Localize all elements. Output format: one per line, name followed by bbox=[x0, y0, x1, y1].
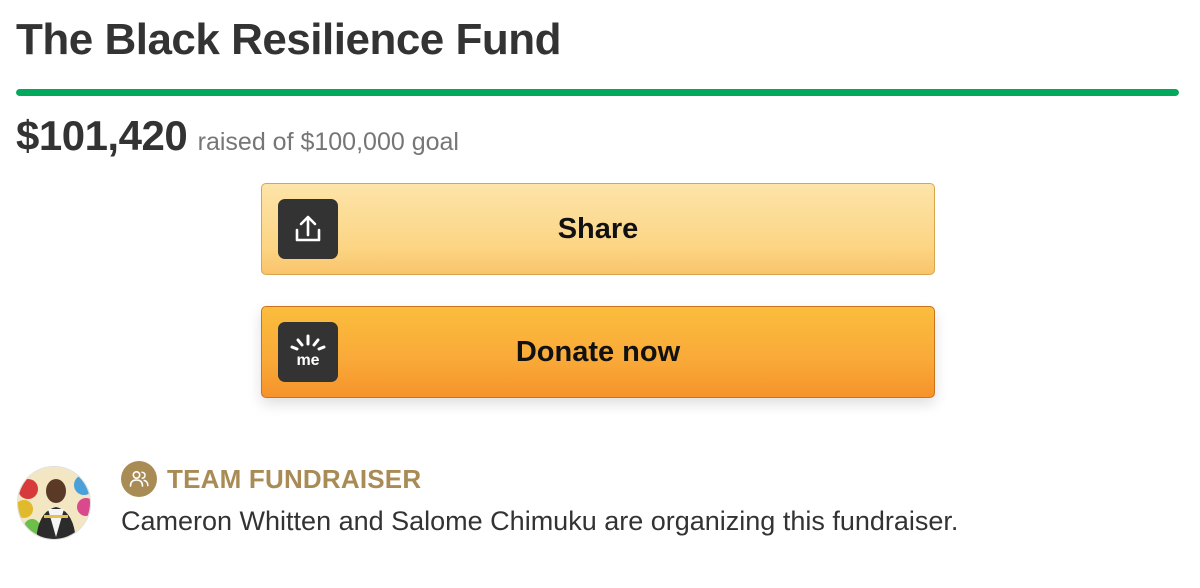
share-button[interactable]: Share bbox=[261, 183, 935, 275]
funding-summary: $101,420 raised of $100,000 goal bbox=[16, 112, 459, 160]
team-fundraiser-label: TEAM FUNDRAISER bbox=[167, 463, 422, 494]
page-title: The Black Resilience Fund bbox=[16, 15, 562, 64]
people-icon bbox=[121, 461, 157, 497]
organizers-text: Cameron Whitten and Salome Chimuku are o… bbox=[121, 506, 959, 536]
progress-bar-fill bbox=[16, 89, 1179, 96]
organizer-avatar[interactable] bbox=[17, 466, 91, 540]
share-button-label: Share bbox=[557, 212, 639, 245]
donate-now-button[interactable]: me Donate now bbox=[261, 306, 935, 398]
team-fundraiser-row: TEAM FUNDRAISER bbox=[121, 461, 421, 497]
progress-bar bbox=[16, 89, 1179, 96]
donate-now-button-label: Donate now bbox=[515, 335, 681, 368]
raised-amount: $101,420 bbox=[16, 112, 188, 159]
goal-text: raised of $100,000 goal bbox=[197, 128, 459, 156]
